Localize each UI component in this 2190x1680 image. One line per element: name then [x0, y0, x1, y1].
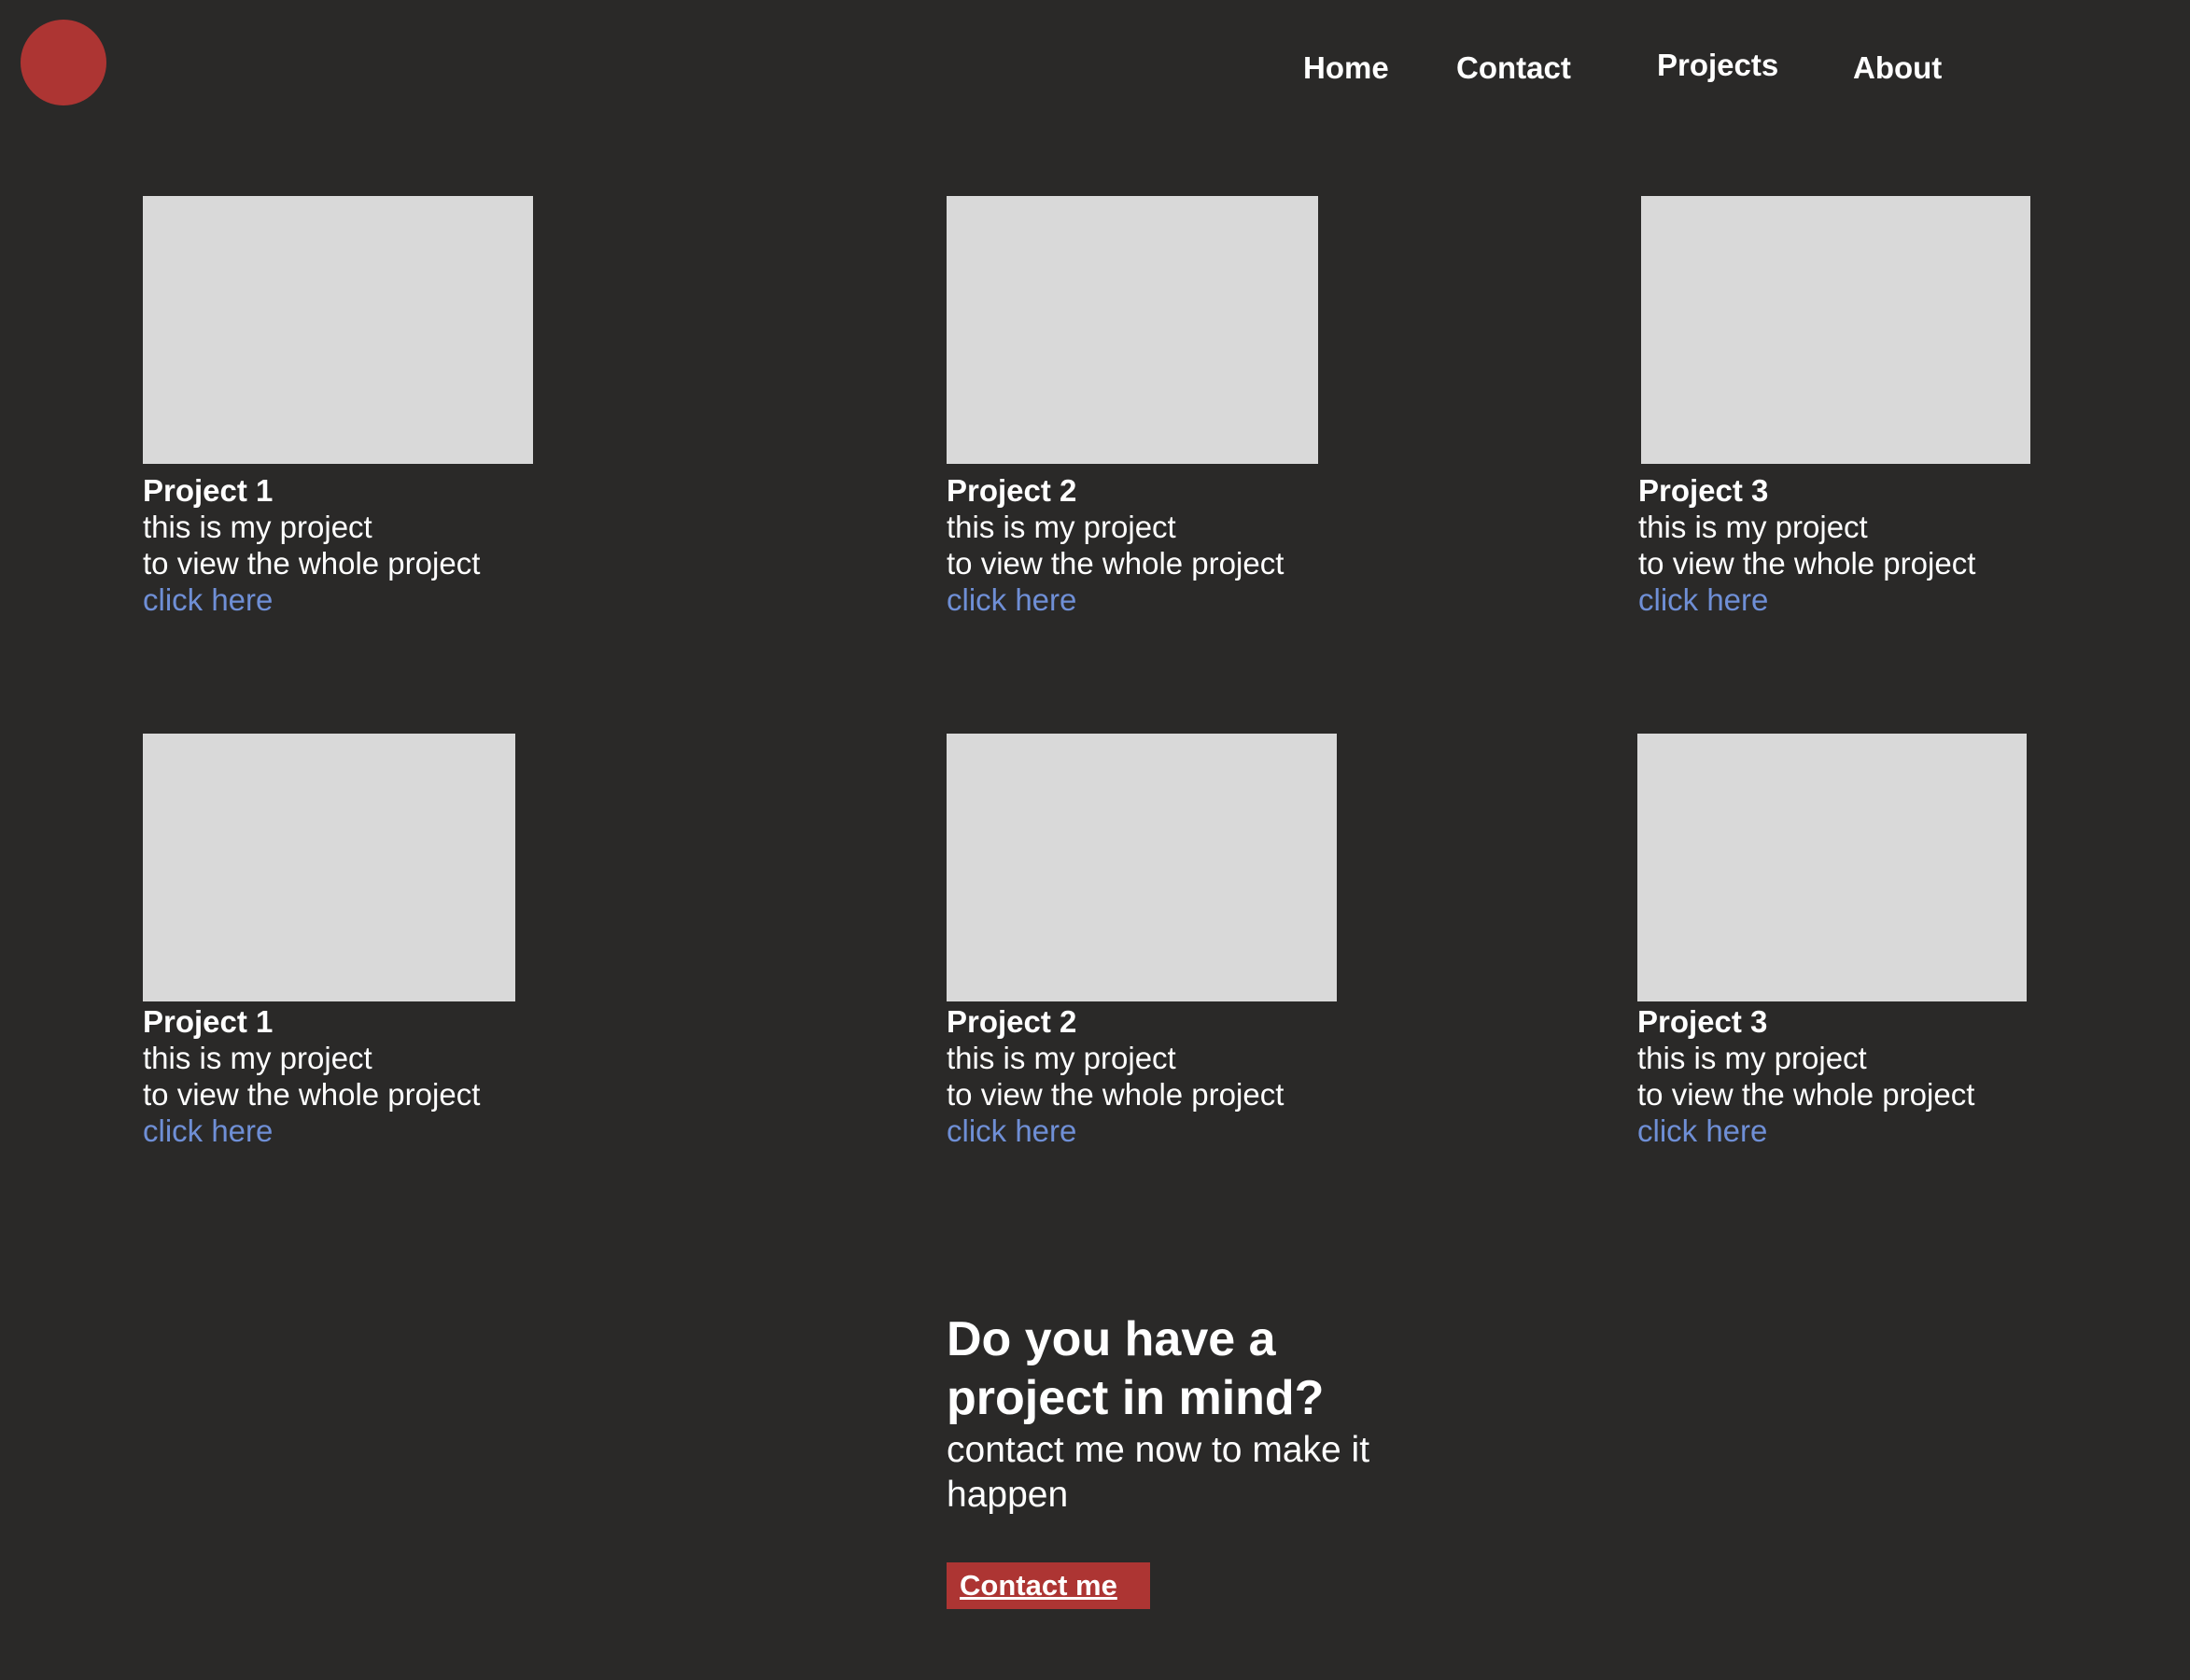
cta-subtext-line1: contact me now to make it [947, 1430, 1370, 1470]
project-link[interactable]: click here [947, 1113, 1337, 1149]
contact-cta-section: Do you have a project in mind? contact m… [947, 1310, 1507, 1518]
project-note: to view the whole project [947, 1077, 1285, 1112]
nav-contact[interactable]: Contact [1456, 52, 1571, 83]
project-link[interactable]: click here [1637, 1113, 2027, 1149]
contact-me-button[interactable]: Contact me [947, 1562, 1150, 1609]
project-description: this is my project [947, 1041, 1176, 1075]
project-title: Project 3 [1638, 473, 1769, 508]
project-thumbnail[interactable] [947, 734, 1337, 1001]
project-description: this is my project [143, 510, 372, 544]
nav-home[interactable]: Home [1303, 52, 1389, 83]
project-description: this is my project [1637, 1041, 1867, 1075]
cta-heading-line2: project in mind? [947, 1371, 1325, 1425]
project-card: Project 2 this is my project to view the… [947, 196, 1318, 618]
logo-circle[interactable] [21, 20, 106, 105]
project-title: Project 1 [143, 473, 274, 508]
project-note: to view the whole project [143, 546, 481, 581]
project-link[interactable]: click here [1638, 581, 2030, 618]
project-note: to view the whole project [143, 1077, 481, 1112]
project-card: Project 1 this is my project to view the… [143, 734, 515, 1149]
project-description: this is my project [947, 510, 1176, 544]
project-title: Project 1 [143, 1004, 274, 1039]
project-title: Project 2 [947, 473, 1077, 508]
project-card: Project 2 this is my project to view the… [947, 734, 1337, 1149]
project-link[interactable]: click here [143, 581, 533, 618]
nav-projects[interactable]: Projects [1657, 49, 1778, 80]
project-card: Project 1 this is my project to view the… [143, 196, 533, 618]
project-description: this is my project [1638, 510, 1868, 544]
cta-subtext-line2: happen [947, 1475, 1069, 1515]
project-link[interactable]: click here [143, 1113, 515, 1149]
project-link[interactable]: click here [947, 581, 1318, 618]
project-title: Project 2 [947, 1004, 1077, 1039]
project-thumbnail[interactable] [143, 196, 533, 464]
cta-heading-line1: Do you have a [947, 1312, 1276, 1366]
project-note: to view the whole project [1637, 1077, 1975, 1112]
project-title: Project 3 [1637, 1004, 1768, 1039]
project-note: to view the whole project [947, 546, 1285, 581]
project-thumbnail[interactable] [947, 196, 1318, 464]
project-thumbnail[interactable] [1641, 196, 2030, 464]
project-description: this is my project [143, 1041, 372, 1075]
nav-about[interactable]: About [1853, 52, 1942, 83]
project-card: Project 3 this is my project to view the… [1637, 734, 2027, 1149]
project-thumbnail[interactable] [1637, 734, 2027, 1001]
project-note: to view the whole project [1638, 546, 1976, 581]
project-card: Project 3 this is my project to view the… [1638, 196, 2030, 618]
project-thumbnail[interactable] [143, 734, 515, 1001]
